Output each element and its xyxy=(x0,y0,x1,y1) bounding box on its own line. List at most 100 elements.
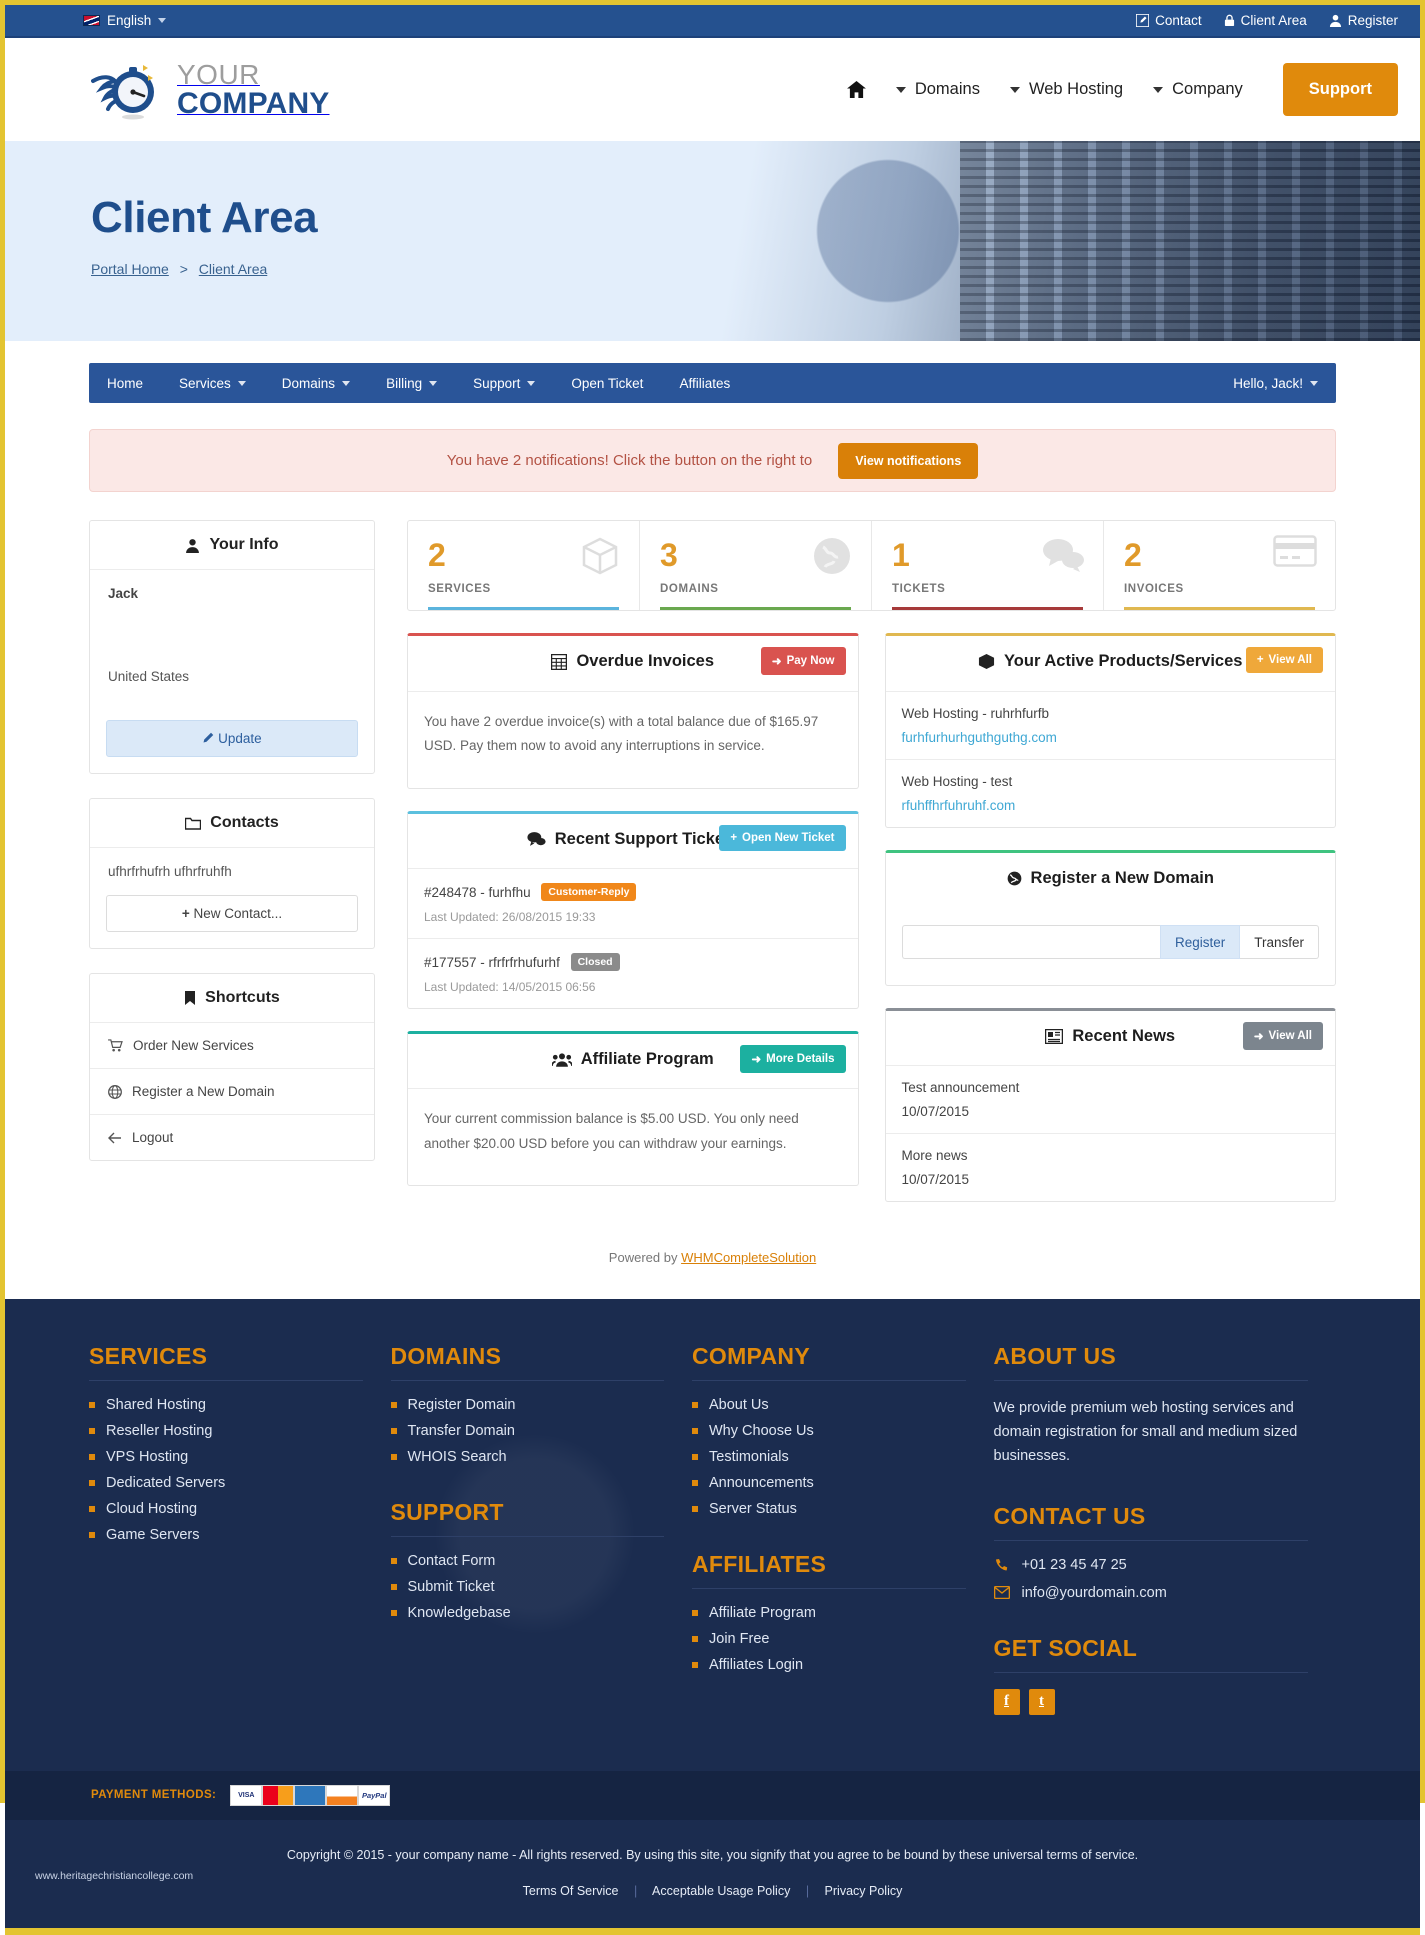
clientnav-services[interactable]: Services xyxy=(161,363,264,403)
news-row[interactable]: More news 10/07/2015 xyxy=(886,1134,1336,1201)
footer-link[interactable]: VPS Hosting xyxy=(106,1449,188,1465)
clientnav-support[interactable]: Support xyxy=(455,363,553,403)
footer-list-item[interactable]: Announcements xyxy=(692,1475,966,1491)
footer-link[interactable]: Game Servers xyxy=(106,1527,199,1543)
footer-link[interactable]: Why Choose Us xyxy=(709,1423,814,1439)
footer-list-item[interactable]: VPS Hosting xyxy=(89,1449,363,1465)
footer-link[interactable]: Testimonials xyxy=(709,1449,789,1465)
footer-contact-email[interactable]: info@yourdomain.com xyxy=(993,1585,1309,1601)
domain-register-button[interactable]: Register xyxy=(1159,925,1241,959)
view-all-news-button[interactable]: ➜ View All xyxy=(1242,1022,1323,1050)
open-new-ticket-button[interactable]: + Open New Ticket xyxy=(719,824,846,851)
clientnav-user-menu[interactable]: Hello, Jack! xyxy=(1215,363,1336,403)
more-details-button[interactable]: ➜ More Details xyxy=(740,1045,846,1073)
footer-list-item[interactable]: Knowledgebase xyxy=(390,1605,665,1621)
clientnav-affiliates[interactable]: Affiliates xyxy=(661,363,748,403)
footer-link[interactable]: Reseller Hosting xyxy=(106,1423,212,1439)
breadcrumb-current[interactable]: Client Area xyxy=(199,261,267,277)
facebook-icon[interactable]: f xyxy=(993,1688,1020,1715)
ticket-row[interactable]: #177557 - rfrfrfrhufurhf Closed Last Upd… xyxy=(408,939,858,1008)
footer-list-item[interactable]: Cloud Hosting xyxy=(89,1501,363,1517)
footer-link[interactable]: Join Free xyxy=(709,1631,769,1647)
shortcut-logout[interactable]: Logout xyxy=(90,1115,374,1160)
footer-link[interactable]: Cloud Hosting xyxy=(106,1501,197,1517)
footer-list-item[interactable]: Server Status xyxy=(692,1501,966,1517)
footer-list-item[interactable]: Transfer Domain xyxy=(390,1423,665,1439)
footer-list-item[interactable]: Affiliate Program xyxy=(692,1605,966,1621)
utility-link-client-area[interactable]: Client Area xyxy=(1224,13,1307,28)
footer-list-item[interactable]: WHOIS Search xyxy=(390,1449,665,1465)
contacts-header: Contacts xyxy=(90,799,374,848)
footer-list-item[interactable]: Affiliates Login xyxy=(692,1657,966,1673)
legal-link-privacy[interactable]: Privacy Policy xyxy=(825,1884,903,1898)
breadcrumb-home[interactable]: Portal Home xyxy=(91,261,169,277)
footer-list-item[interactable]: Why Choose Us xyxy=(692,1423,966,1439)
footer-list-item[interactable]: Submit Ticket xyxy=(390,1579,665,1595)
nav-web-hosting[interactable]: Web Hosting xyxy=(1009,80,1123,99)
shortcut-order-new-services[interactable]: Order New Services xyxy=(90,1023,374,1069)
clientnav-home[interactable]: Home xyxy=(89,363,161,403)
footer-link[interactable]: Affiliates Login xyxy=(709,1657,803,1673)
shortcut-label[interactable]: Logout xyxy=(132,1130,173,1145)
powered-by-link[interactable]: WHMCompleteSolution xyxy=(681,1250,816,1265)
stat-domains[interactable]: 3 DOMAINS xyxy=(639,521,871,610)
footer-list-item[interactable]: Contact Form xyxy=(390,1553,665,1569)
stat-label: DOMAINS xyxy=(660,583,719,595)
shortcut-register-new-domain[interactable]: Register a New Domain xyxy=(90,1069,374,1115)
support-button[interactable]: Support xyxy=(1282,63,1398,116)
ticket-row[interactable]: #248478 - furhfhu Customer-Reply Last Up… xyxy=(408,869,858,939)
stat-tickets[interactable]: 1 TICKETS xyxy=(871,521,1103,610)
pay-now-button[interactable]: ➜ Pay Now xyxy=(760,647,846,675)
envelope-icon xyxy=(993,1586,1010,1600)
twitter-icon[interactable]: t xyxy=(1028,1688,1055,1715)
footer-list-item[interactable]: Register Domain xyxy=(390,1397,665,1413)
footer-link[interactable]: Shared Hosting xyxy=(106,1397,206,1413)
clientnav-domains[interactable]: Domains xyxy=(264,363,368,403)
footer-list-item[interactable]: Reseller Hosting xyxy=(89,1423,363,1439)
legal-link-usage[interactable]: Acceptable Usage Policy xyxy=(652,1884,790,1898)
stat-services[interactable]: 2 SERVICES xyxy=(408,521,639,610)
product-row[interactable]: Web Hosting - test rfuhffhrfuhruhf.com xyxy=(886,760,1336,827)
footer-link[interactable]: Register Domain xyxy=(408,1397,516,1413)
footer-list-item[interactable]: Testimonials xyxy=(692,1449,966,1465)
shortcut-label[interactable]: Order New Services xyxy=(133,1038,254,1053)
view-all-products-button[interactable]: + View All xyxy=(1245,647,1323,673)
new-contact-button[interactable]: + New Contact... xyxy=(106,895,358,932)
product-domain-link[interactable]: furhfurhurhguthguthg.com xyxy=(902,730,1057,745)
shortcut-label[interactable]: Register a New Domain xyxy=(132,1084,275,1099)
footer-list-item[interactable]: About Us xyxy=(692,1397,966,1413)
footer-list-item[interactable]: Game Servers xyxy=(89,1527,363,1543)
product-row[interactable]: Web Hosting - ruhrhfurfb furhfurhurhguth… xyxy=(885,692,1335,760)
domain-transfer-button[interactable]: Transfer xyxy=(1240,925,1319,959)
update-info-button[interactable]: Update xyxy=(106,720,358,757)
stat-invoices[interactable]: 2 INVOICES xyxy=(1103,521,1335,610)
clientnav-open-ticket[interactable]: Open Ticket xyxy=(553,363,661,403)
footer-column-domains-support: DOMAINS Register Domain Transfer Domain … xyxy=(390,1343,693,1715)
utility-link-contact[interactable]: Contact xyxy=(1136,13,1202,28)
footer-link[interactable]: Announcements xyxy=(709,1475,814,1491)
footer-link[interactable]: Dedicated Servers xyxy=(106,1475,225,1491)
news-row[interactable]: Test announcement 10/07/2015 xyxy=(885,1066,1335,1134)
nav-home[interactable] xyxy=(846,81,866,98)
footer-list-item[interactable]: Join Free xyxy=(692,1631,966,1647)
footer-link[interactable]: Knowledgebase xyxy=(408,1605,511,1621)
nav-company[interactable]: Company xyxy=(1153,80,1243,99)
nav-domains[interactable]: Domains xyxy=(895,80,980,99)
footer-link[interactable]: Affiliate Program xyxy=(709,1605,816,1621)
product-domain-link[interactable]: rfuhffhrfuhruhf.com xyxy=(902,798,1016,813)
site-logo[interactable]: YOUR COMPANY xyxy=(91,59,330,121)
legal-link-terms[interactable]: Terms Of Service xyxy=(523,1884,619,1898)
footer-link[interactable]: Transfer Domain xyxy=(408,1423,515,1439)
footer-link[interactable]: About Us xyxy=(709,1397,769,1413)
footer-link[interactable]: WHOIS Search xyxy=(408,1449,507,1465)
footer-link[interactable]: Submit Ticket xyxy=(408,1579,495,1595)
domain-search-input[interactable] xyxy=(901,925,1160,959)
footer-list-item[interactable]: Shared Hosting xyxy=(89,1397,363,1413)
footer-link[interactable]: Server Status xyxy=(709,1501,797,1517)
footer-link[interactable]: Contact Form xyxy=(408,1553,496,1569)
utility-link-register[interactable]: Register xyxy=(1329,13,1398,28)
clientnav-billing[interactable]: Billing xyxy=(368,363,455,403)
language-selector[interactable]: English xyxy=(83,13,167,28)
view-notifications-button[interactable]: View notifications xyxy=(838,442,979,479)
footer-list-item[interactable]: Dedicated Servers xyxy=(89,1475,363,1491)
